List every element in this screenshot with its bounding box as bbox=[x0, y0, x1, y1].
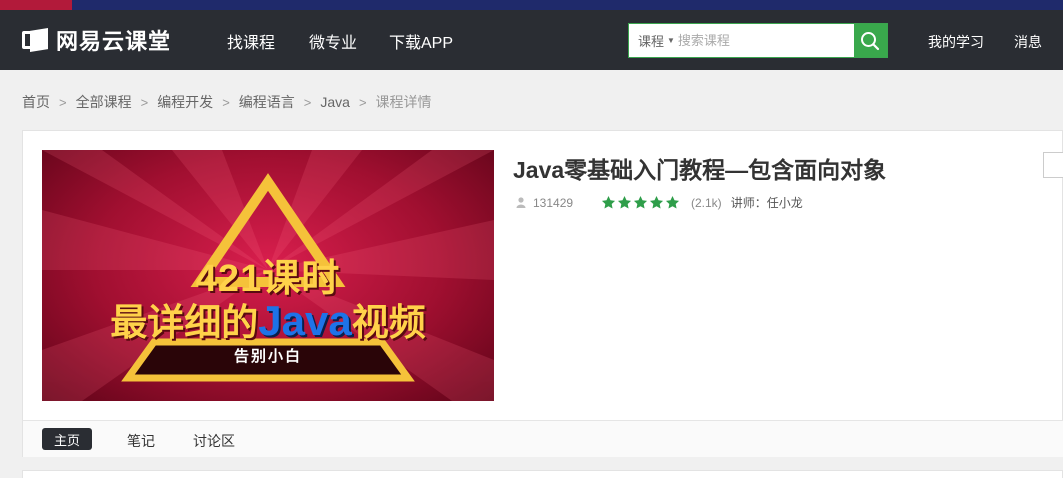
search-box: 课程 ▼ bbox=[628, 23, 888, 58]
breadcrumb-programming[interactable]: 编程开发 bbox=[157, 92, 213, 112]
search-category-select[interactable]: 课程 ▼ bbox=[629, 24, 676, 57]
course-card: 421课时 最详细的Java视频 告别小白 Java零基础入门教程—包含面向对象… bbox=[22, 130, 1063, 457]
star-icon bbox=[617, 195, 632, 209]
tab-discussion[interactable]: 讨论区 bbox=[193, 431, 235, 451]
caret-down-icon: ▼ bbox=[667, 36, 675, 45]
breadcrumb-languages[interactable]: 编程语言 bbox=[239, 92, 295, 112]
breadcrumb-home[interactable]: 首页 bbox=[22, 92, 50, 112]
side-action-button[interactable] bbox=[1043, 152, 1063, 178]
nav-micro-major[interactable]: 微专业 bbox=[309, 29, 357, 53]
tab-home[interactable]: 主页 bbox=[42, 428, 92, 450]
breadcrumb-current: 课程详情 bbox=[375, 94, 432, 110]
next-section-card bbox=[22, 470, 1063, 478]
nav-find-courses[interactable]: 找课程 bbox=[227, 29, 275, 53]
top-navbar: 网易云课堂 找课程 微专业 下载APP 课程 ▼ 我的学习 消息 bbox=[0, 10, 1063, 70]
rating-count: (2.1k) bbox=[691, 195, 722, 210]
chevron-right-icon: > bbox=[59, 94, 67, 110]
chevron-right-icon: > bbox=[358, 94, 367, 110]
star-icon bbox=[649, 195, 664, 209]
nav-download-app[interactable]: 下载APP bbox=[389, 29, 453, 53]
banner-decoration bbox=[0, 0, 72, 10]
tab-notes[interactable]: 笔记 bbox=[127, 431, 155, 451]
cover-tagline: 告别小白 bbox=[233, 348, 302, 365]
chevron-right-icon: > bbox=[303, 94, 312, 110]
course-meta: 131429 (2.1k) 讲师：任小龙 bbox=[516, 194, 803, 211]
course-title: Java零基础入门教程—包含面向对象 bbox=[513, 157, 887, 183]
star-icon bbox=[601, 195, 616, 209]
chevron-right-icon: > bbox=[140, 94, 149, 110]
top-banner-strip bbox=[0, 0, 1063, 10]
star-icon bbox=[665, 195, 680, 209]
site-logo[interactable]: 网易云课堂 bbox=[22, 26, 171, 54]
teacher-name[interactable]: 讲师：任小龙 bbox=[731, 194, 803, 211]
search-category-label: 课程 bbox=[638, 34, 665, 49]
breadcrumb-all-courses[interactable]: 全部课程 bbox=[76, 92, 132, 112]
star-icon bbox=[633, 195, 648, 209]
search-input[interactable] bbox=[675, 24, 854, 57]
search-button[interactable] bbox=[853, 24, 887, 57]
search-icon bbox=[861, 31, 880, 50]
breadcrumb-java[interactable]: Java bbox=[320, 94, 350, 110]
nav-my-learning[interactable]: 我的学习 bbox=[928, 32, 984, 52]
course-cover-image[interactable]: 421课时 最详细的Java视频 告别小白 bbox=[42, 150, 494, 401]
course-tabs: 主页 笔记 讨论区 bbox=[23, 420, 1063, 457]
logo-icon bbox=[22, 28, 48, 52]
rating-stars bbox=[601, 195, 681, 210]
nav-messages[interactable]: 消息 bbox=[1014, 32, 1042, 52]
user-icon bbox=[516, 197, 526, 208]
student-count: 131429 bbox=[516, 196, 601, 210]
cover-headline: 最详细的Java视频 bbox=[110, 297, 426, 344]
breadcrumb: 首页 > 全部课程 > 编程开发 > 编程语言 > Java > 课程详情 bbox=[22, 92, 432, 112]
logo-text: 网易云课堂 bbox=[56, 29, 172, 54]
chevron-right-icon: > bbox=[222, 94, 230, 110]
